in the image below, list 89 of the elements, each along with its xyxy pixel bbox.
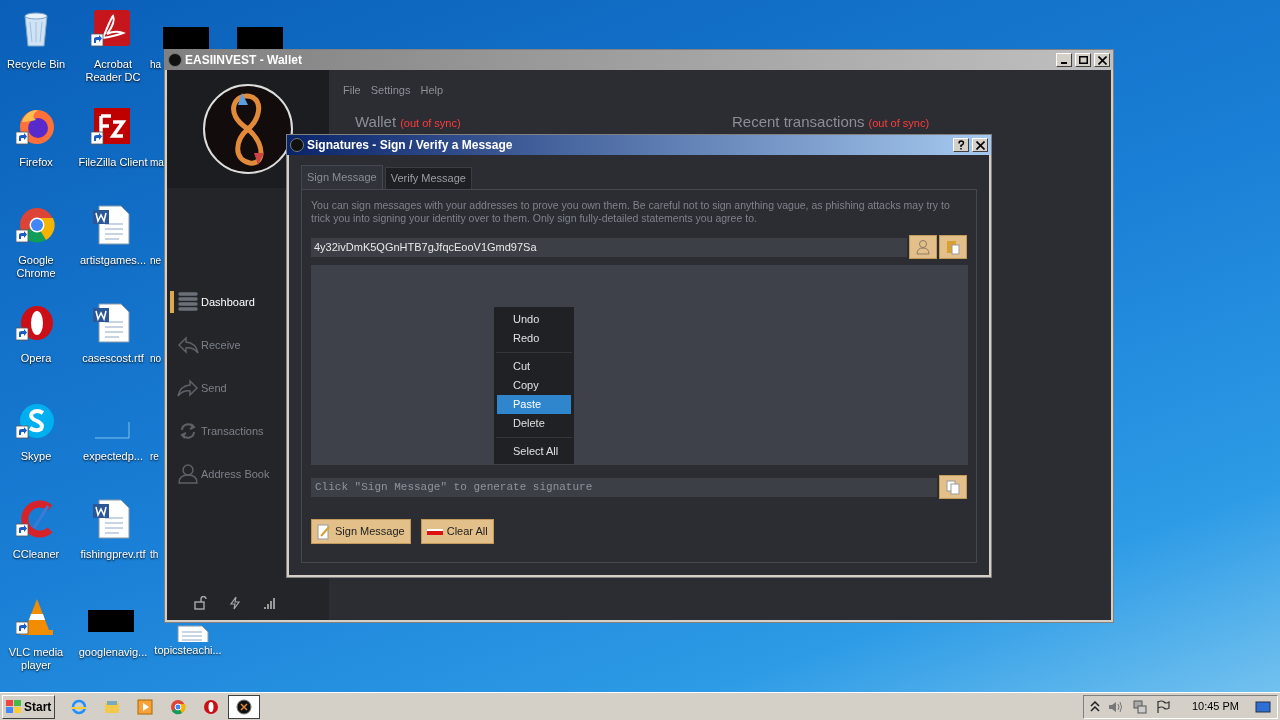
start-button[interactable]: Start (2, 694, 56, 719)
close-icon (1097, 55, 1107, 65)
lightning-icon[interactable] (229, 596, 241, 610)
chevron-up-icon[interactable] (1089, 700, 1100, 713)
clock-text[interactable]: 10:45 PM (1191, 698, 1239, 715)
sync-status: (out of sync) (400, 115, 461, 130)
desktop-icon-label[interactable]: Firefox (3, 156, 69, 169)
minimize-button[interactable] (1056, 53, 1072, 67)
desktop-icon-label[interactable]: no (150, 353, 162, 365)
windows-logo-icon (6, 699, 22, 714)
unlocked-padlock-icon[interactable] (193, 596, 207, 610)
section-title: Recent transactions (732, 112, 865, 131)
menu-item[interactable]: Settings (370, 82, 411, 99)
folder-icon (104, 698, 121, 715)
reply-arrow-icon (177, 334, 199, 356)
app-logo-icon (290, 138, 304, 152)
context-menu-item[interactable]: Copy (497, 376, 571, 395)
person-icon (915, 239, 932, 255)
filezilla-icon[interactable] (91, 106, 133, 148)
desktop-icon-label[interactable]: th (150, 549, 159, 561)
copy-button[interactable] (939, 475, 967, 499)
desktop-icon-label[interactable]: CCleaner (3, 548, 69, 561)
menu-item[interactable]: Help (420, 82, 444, 99)
desktop-icon-label[interactable]: expectedp... (75, 450, 151, 463)
logo-icon (202, 83, 294, 175)
stacked-bars-icon (177, 291, 199, 313)
desktop-icon-label[interactable]: Acrobat Reader DC (75, 58, 151, 84)
clipboard-icon (945, 239, 961, 255)
play-icon (137, 698, 154, 715)
copy-icon (945, 479, 961, 495)
desktop-icon-label[interactable]: VLC media player (3, 646, 69, 672)
address-book-button[interactable] (909, 235, 938, 259)
context-menu-item[interactable]: Redo (497, 329, 571, 348)
taskbar-app-button[interactable] (228, 694, 261, 719)
opera-icon (203, 698, 220, 715)
window-title: EASIINVEST - Wallet (185, 52, 302, 69)
description-text: You can sign messages with your addresses to prove you own them. Be careful not to sign anything vague, as phishing attacks may try to trick you into signing your identity over to them. Only sign fully-detailed statements you agree to. (311, 199, 951, 225)
desktop-icon-label[interactable]: Skype (3, 450, 69, 463)
desktop-icon-label[interactable]: Google Chrome (3, 254, 69, 280)
network-icon[interactable] (1131, 699, 1148, 714)
context-menu-item[interactable]: Cut (497, 357, 571, 376)
desktop-icon-label[interactable]: Recycle Bin (3, 58, 69, 71)
app-logo-icon (168, 53, 182, 67)
window-title: Signatures - Sign / Verify a Message (307, 137, 513, 154)
maximize-button[interactable] (1075, 53, 1091, 67)
desktop-icon-label[interactable]: FileZilla Client (75, 156, 151, 169)
clear-all-button[interactable]: Clear All (420, 519, 494, 544)
sync-status: (out of sync) (868, 115, 930, 130)
section-title: Wallet (355, 112, 397, 131)
signing-document-icon (317, 523, 331, 540)
context-menu-item[interactable]: Undo (497, 310, 571, 329)
context-menu-item[interactable]: Delete (497, 414, 571, 433)
help-icon (956, 140, 966, 150)
desktop-icon-label[interactable]: topicsteachi... (150, 644, 226, 657)
eraser-icon (426, 526, 443, 537)
context-menu-item[interactable]: Paste (497, 395, 571, 414)
context-menu-item[interactable]: Select All (497, 442, 571, 461)
person-icon (177, 463, 199, 485)
address-field[interactable]: 4y32ivDmK5QGnHTB7gJfqcEooV1Gmd97Sa (311, 237, 908, 257)
tab[interactable]: Verify Message (384, 167, 472, 189)
signal-bars-icon[interactable] (263, 596, 277, 610)
message-field[interactable]: Undo Redo Cut Copy Paste Delete Select All (311, 265, 968, 465)
show-desktop-icon[interactable] (1255, 699, 1271, 714)
maximize-icon (1078, 56, 1088, 64)
desktop-icon-label[interactable]: Opera (3, 352, 69, 365)
desktop-icon-label[interactable]: ne (150, 255, 162, 267)
tab[interactable]: Sign Message (301, 165, 383, 189)
signature-field[interactable]: Click "Sign Message" to generate signature (311, 477, 937, 497)
desktop-icon-label[interactable]: ha (150, 59, 162, 71)
minimize-icon (1061, 62, 1067, 64)
desktop-icon-label[interactable]: fishingprev.rtf (75, 548, 151, 561)
desktop-icon-label[interactable]: re (150, 451, 159, 463)
close-button[interactable] (972, 138, 988, 152)
help-button[interactable] (953, 138, 969, 152)
acrobat-icon[interactable] (91, 8, 133, 50)
menu-item[interactable]: File (343, 82, 361, 99)
sign-message-button[interactable]: Sign Message (311, 519, 411, 544)
close-button[interactable] (1094, 53, 1110, 67)
desktop-icon-label[interactable]: artistgames... (75, 254, 151, 267)
flag-icon[interactable] (1155, 699, 1170, 714)
chrome-icon (170, 698, 187, 715)
desktop-icon-label[interactable]: casescost.rtf (75, 352, 151, 365)
speaker-icon[interactable] (1107, 699, 1124, 714)
desktop-icon-label[interactable]: googlenavig... (75, 646, 151, 659)
browser-icon (71, 698, 88, 715)
wallet-app-icon (236, 698, 253, 715)
forward-arrow-icon (177, 377, 199, 399)
close-icon (975, 140, 985, 150)
desktop-icon-label[interactable]: ma (150, 157, 164, 169)
